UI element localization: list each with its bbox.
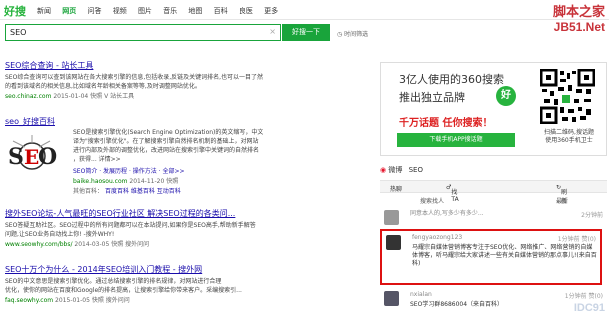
tab-news[interactable]: 新闻 — [37, 6, 51, 16]
result-desc: SEO的中文意思是搜索引擎优化。通过总结搜索引擎的排名规律，对网站进行合理 — [5, 278, 222, 285]
tab-find[interactable]: ♂ 找TA — [446, 184, 459, 203]
avatar[interactable] — [384, 210, 399, 225]
result-desc: ，获得... 详情>> — [73, 156, 121, 163]
tab-more[interactable]: 更多 — [264, 6, 278, 16]
weibo-tabs: 热聊 ♂ 找TA ↻ 刷新 — [380, 180, 607, 205]
result-desc: 优化，使你的网站在百度和Google的排名提高，让搜索引擎给你带来客户。采编搜索… — [5, 287, 242, 294]
search-button[interactable]: 好搜一下 — [282, 24, 330, 41]
result-item: 搜外SEO论坛-人气最旺的SEO行业社区 解决SEO过程的各类问... SEO答… — [5, 208, 355, 248]
result-desc: 问题,让SEO业务自动找上你! -搜外WHY! — [5, 231, 115, 238]
svg-text:S: S — [8, 144, 24, 170]
search-input[interactable] — [6, 25, 256, 40]
result-item: seo_好搜百科 — [5, 116, 355, 127]
weibo-icon: ◉ — [380, 166, 387, 174]
result-url-line: seo.chinaz.com 2015-01-04 快照 V 站长工具 — [5, 93, 135, 100]
seo-image: S E O — [8, 135, 57, 170]
result-title[interactable]: SEO十万个为什么 - 2014年SEO培训入门教程 - 搜外网 — [5, 264, 355, 275]
avatar[interactable] — [386, 235, 401, 250]
post-time: 1分钟前 赞(0) — [564, 293, 603, 300]
result-title[interactable]: seo_好搜百科 — [5, 116, 355, 127]
search-page: 好搜 新闻 网页 问答 视频 图片 音乐 地图 百科 良医 更多 脚本之家 JB… — [0, 0, 609, 316]
refresh-button[interactable]: ↻ 刷新 — [556, 184, 567, 205]
result-desc: SEO综合查询可以查到该网站在各大搜索引擎的信息,包括收录,反链及关键词排名,也… — [5, 74, 264, 81]
post-time: 2分钟前 — [581, 212, 603, 219]
result-url-line: baike.haosou.com 2014-11-20 快照 — [73, 178, 179, 185]
watermark-line1: 脚本之家 — [552, 5, 605, 20]
tab-baike[interactable]: 百科 — [214, 6, 228, 16]
result-title[interactable]: 搜外SEO论坛-人气最旺的SEO行业社区 解决SEO过程的各类问... — [5, 208, 355, 219]
corner-watermark: IDC91 — [573, 302, 605, 314]
site-watermark: 脚本之家 — [553, 1, 605, 20]
result-url-line: faq.seowhy.com 2015-01-05 快照 搜外问问 — [5, 297, 130, 304]
ad-subline: 推出独立品牌 — [399, 91, 465, 104]
post-time: 1分钟前 赞(0) — [557, 236, 596, 243]
result-title[interactable]: SEO综合查询 - 站长工具 — [5, 60, 355, 71]
result-item: SEO综合查询 - 站长工具 SEO综合查询可以查到该网站在各大搜索引擎的信息,… — [5, 60, 355, 100]
time-filter[interactable]: ◷ 时间筛选 — [337, 29, 368, 38]
search-box: × — [5, 24, 281, 41]
tab-hot[interactable]: 热聊 — [390, 184, 402, 193]
post-username[interactable]: fengyaozong123 — [412, 234, 462, 241]
result-desc: SEO是搜索引擎优化(Search Engine Optimization)的英… — [73, 129, 264, 136]
post-text: 同意本人的,写多少有多少... — [410, 210, 484, 217]
result-desc: 的看到该域名的相关信息,比如域名年龄相关备案等等,及时调整网站优化。 — [5, 83, 201, 90]
result-desc: 进行内部及外部的调整优化，改进网站在搜索引擎中关键词的自然排名 — [73, 147, 260, 154]
tab-video[interactable]: 视频 — [113, 6, 127, 16]
weibo-header: ◉ 微博 SEO — [380, 166, 423, 174]
weibo-post: 同意本人的,写多少有多少... 2分钟前 — [380, 208, 607, 226]
clock-icon: ◷ — [337, 31, 343, 38]
app-ad: 3亿人使用的360搜索 推出独立品牌 好 千万话题 任你搜索！ 下载手机APP搜… — [380, 62, 607, 156]
result-item: SEO十万个为什么 - 2014年SEO培训入门教程 - 搜外网 SEO的中文意… — [5, 264, 355, 304]
tab-qa[interactable]: 问答 — [87, 6, 101, 16]
qr-code-icon — [540, 69, 595, 124]
ad-slogan: 千万话题 任你搜索！ — [399, 118, 493, 129]
post-text: SEO学习群8686004（来自百科） — [410, 301, 504, 308]
post-text: 马耀宗自媒体营销博客专注于SEO优化、网络推广、网络营销的自媒体博客，听马耀宗给… — [412, 244, 597, 267]
qr-caption: 扫描二维码,搜话题 使用360手机卫士 — [544, 129, 594, 144]
weibo-tools: 搜索找人 最新 — [420, 198, 569, 205]
tab-images[interactable]: 图片 — [138, 6, 152, 16]
tab-map[interactable]: 地图 — [188, 6, 202, 16]
post-username[interactable]: nxialan — [410, 291, 432, 298]
result-desc: 译为"搜索引擎优化"。在了解搜索引擎自然排名机制的基础上，对网站 — [73, 138, 259, 145]
avatar[interactable] — [384, 291, 399, 306]
result-desc: SEO答疑互助社区。SEO过程中的所有问题都可以在本站提问,如果你是SEO高手,… — [5, 222, 256, 229]
tab-music[interactable]: 音乐 — [163, 6, 177, 16]
top-bar: 好搜 新闻 网页 问答 视频 图片 音乐 地图 百科 良医 更多 脚本之家 — [0, 0, 609, 20]
result-url-line: www.seowhy.com/bbs/ 2014-03-05 快照 搜外问问 — [5, 241, 150, 248]
clear-icon[interactable]: × — [269, 27, 276, 36]
highlighted-post: fengyaozong123 1分钟前 赞(0) 马耀宗自媒体营销博客专注于SE… — [380, 229, 602, 285]
watermark-url: JB51.Net — [553, 20, 605, 34]
svg-text:E: E — [24, 145, 39, 169]
haosou-badge-icon: 好 — [496, 86, 516, 106]
other-baike: 其他百科： 百度百科 维基百科 互动百科 — [73, 188, 181, 195]
svg-text:O: O — [38, 144, 57, 170]
ad-headline: 3亿人使用的360搜索 — [399, 73, 504, 86]
nav-tabs: 新闻 网页 问答 视频 图片 音乐 地图 百科 良医 更多 — [37, 6, 287, 16]
tab-web[interactable]: 网页 — [62, 6, 76, 16]
tab-doctor[interactable]: 良医 — [239, 6, 253, 16]
download-app-button[interactable]: 下载手机APP搜话题 — [397, 133, 515, 147]
result-sublinks[interactable]: SEO简介 · 发展历程 · 操作方法 · 全部>> — [73, 166, 185, 175]
logo[interactable]: 好搜 — [4, 3, 26, 19]
